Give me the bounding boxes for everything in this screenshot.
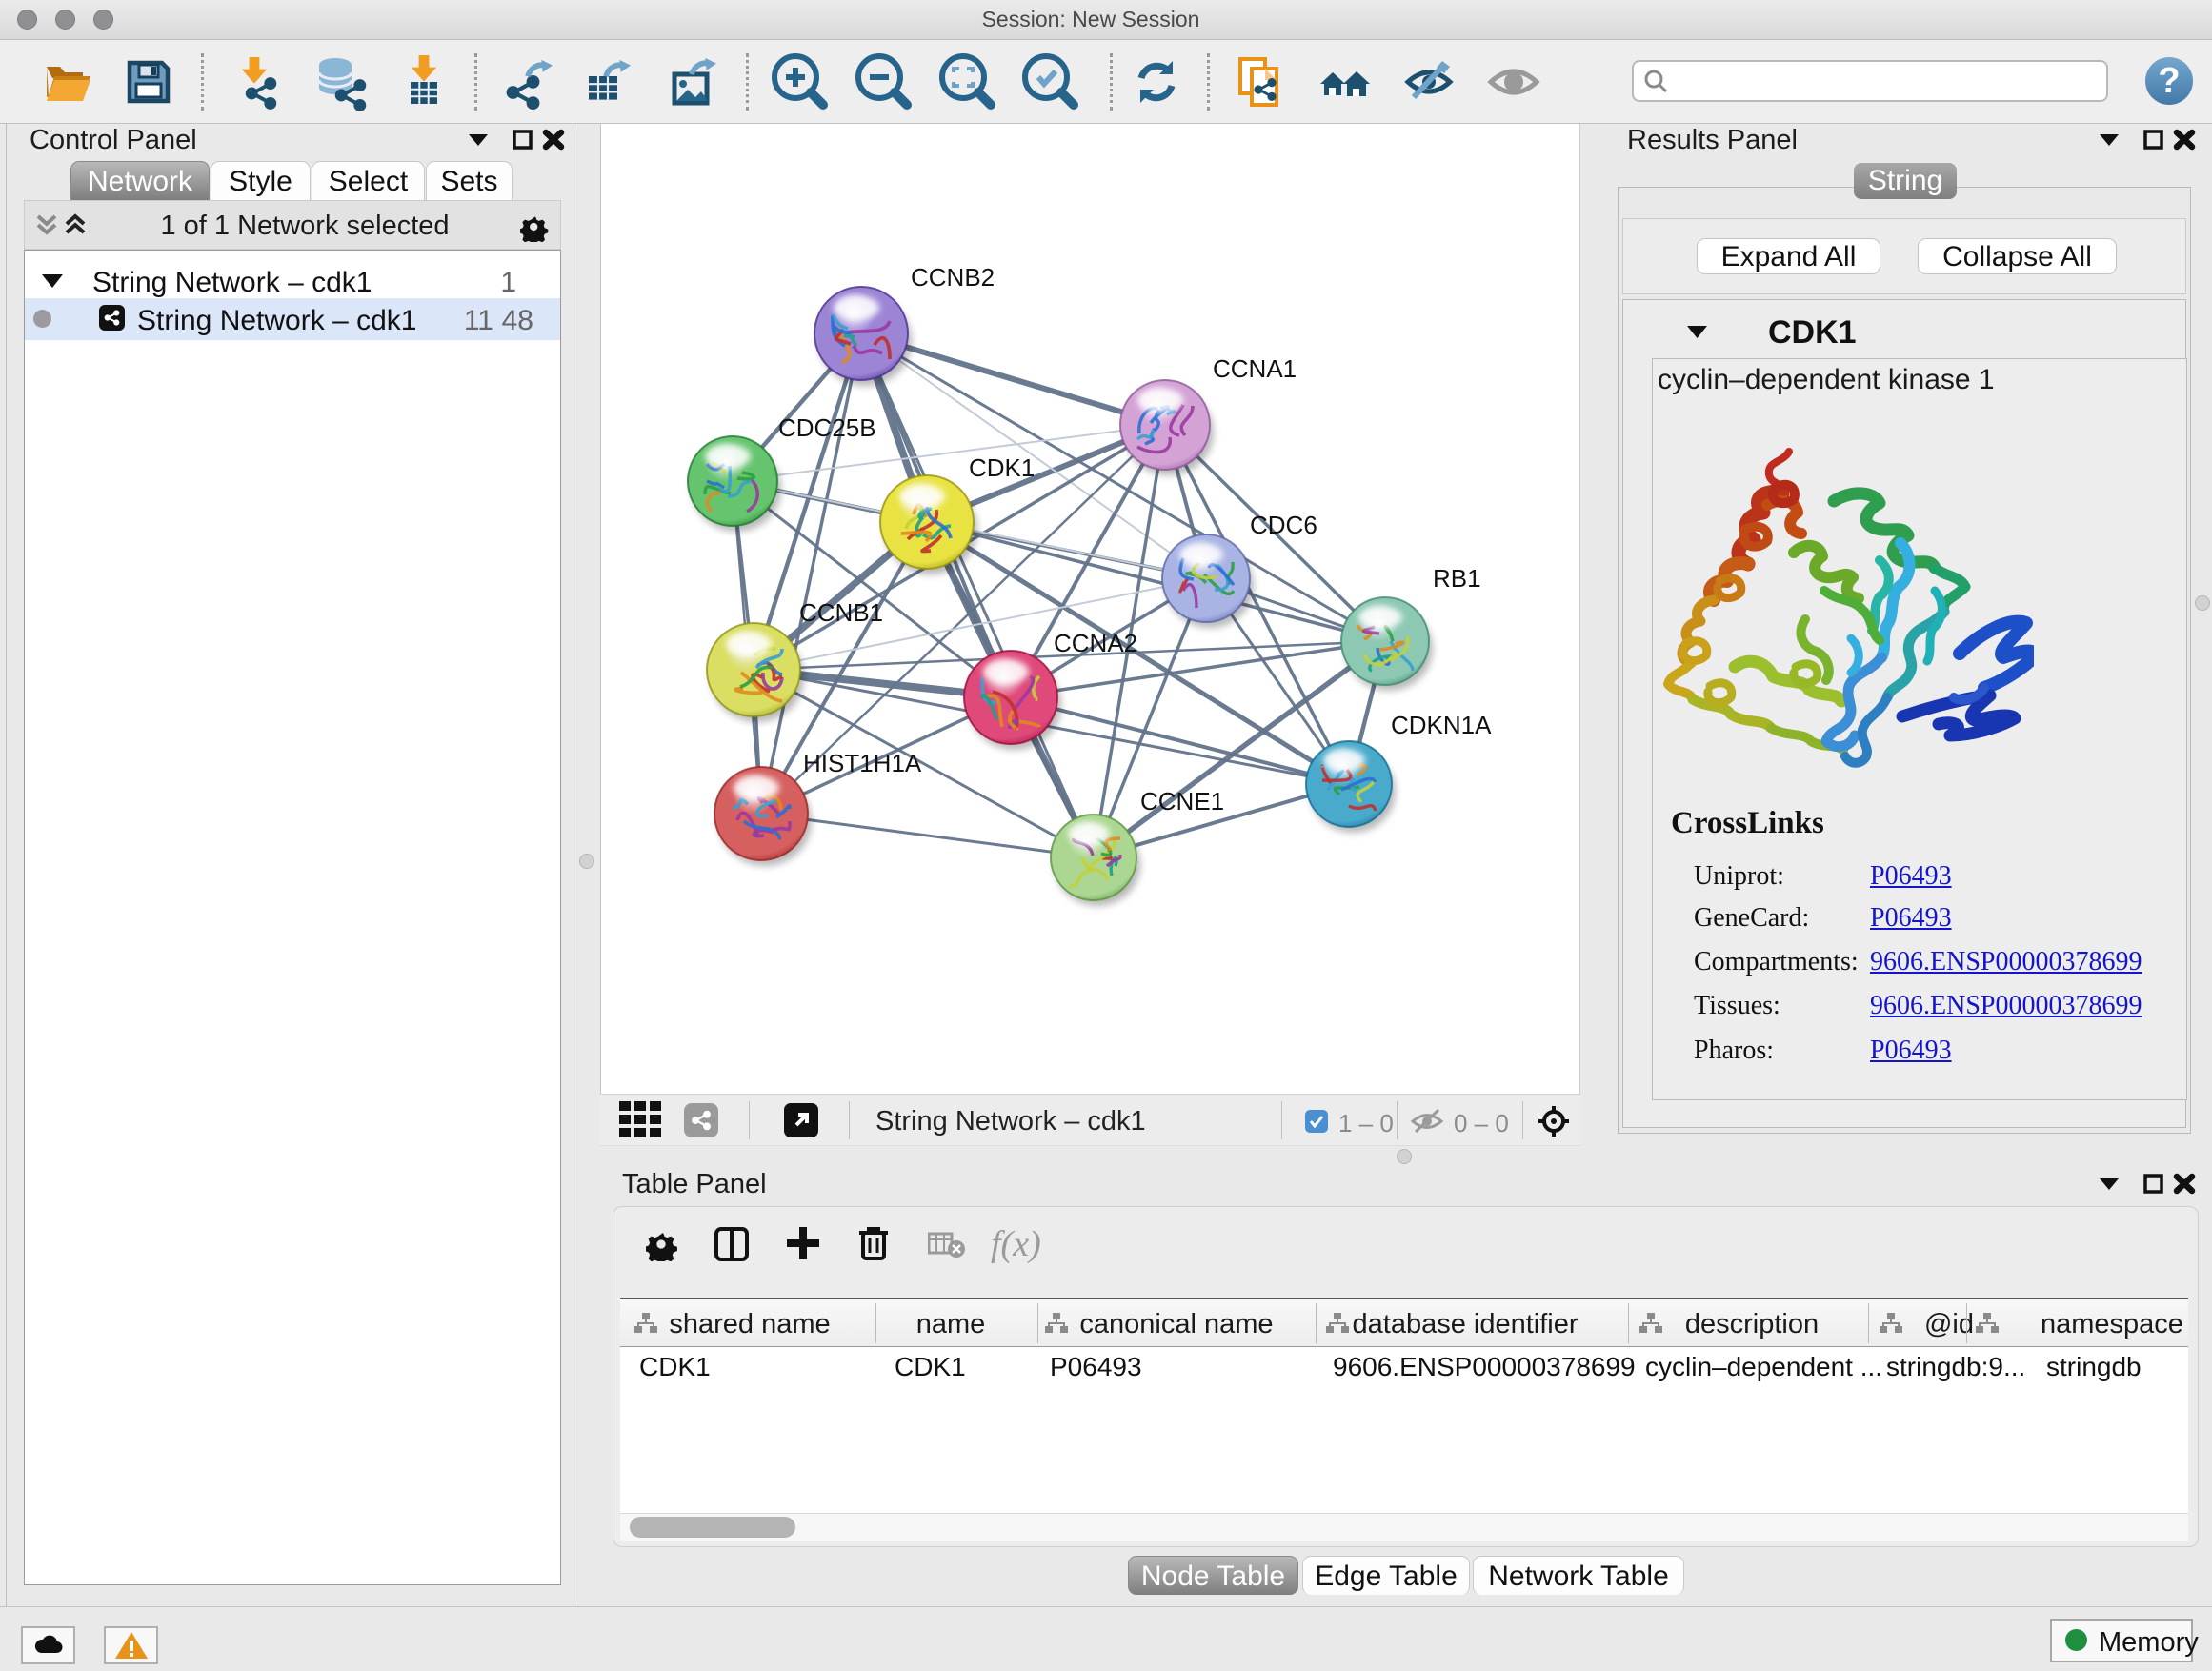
svg-text:CCNB1: CCNB1	[799, 598, 883, 627]
svg-text:RB1: RB1	[1433, 564, 1481, 593]
svg-text:CDC6: CDC6	[1250, 511, 1317, 539]
svg-text:CDK1: CDK1	[969, 453, 1035, 482]
svg-text:CDC25B: CDC25B	[778, 413, 876, 442]
svg-text:CCNA2: CCNA2	[1054, 629, 1137, 657]
svg-text:CCNA1: CCNA1	[1213, 354, 1297, 383]
svg-text:HIST1H1A: HIST1H1A	[803, 749, 922, 777]
svg-text:CDKN1A: CDKN1A	[1391, 711, 1492, 739]
svg-text:CCNE1: CCNE1	[1140, 787, 1224, 815]
svg-text:CCNB2: CCNB2	[911, 263, 995, 292]
